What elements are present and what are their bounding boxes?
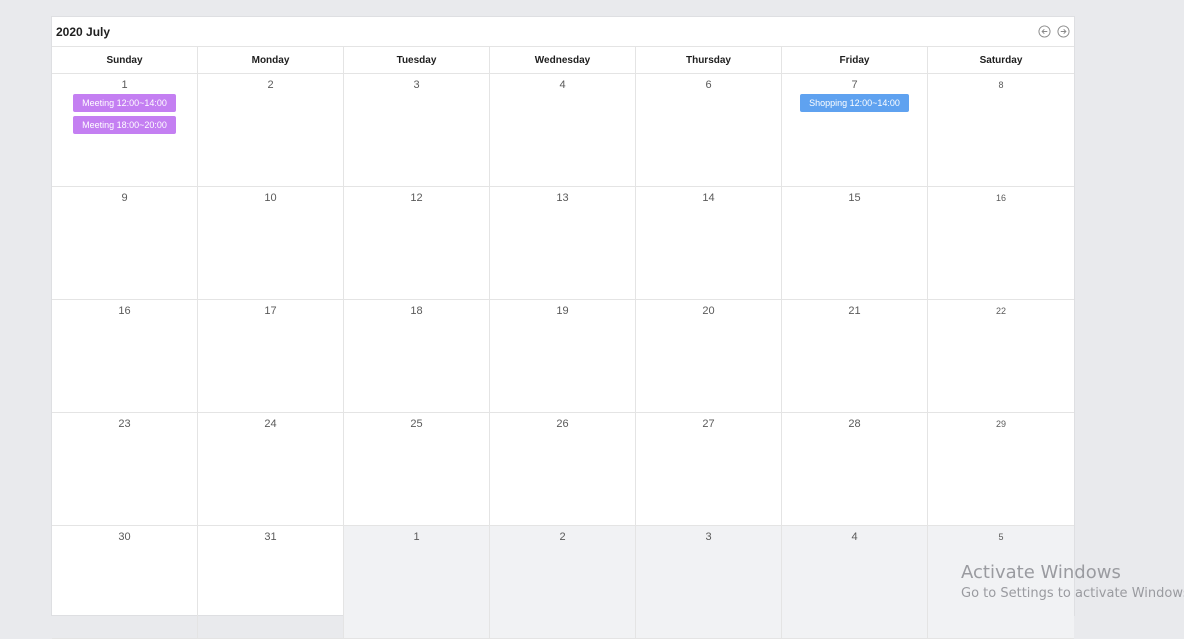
- month-navigation: [1038, 25, 1070, 38]
- day-number: 19: [556, 305, 569, 317]
- day-number: 21: [848, 305, 861, 317]
- event-chip[interactable]: Shopping 12:00~14:00: [800, 94, 909, 112]
- watermark-title: Activate Windows: [961, 562, 1121, 583]
- day-number: 2: [267, 79, 274, 91]
- day-cell[interactable]: 4: [782, 526, 928, 639]
- day-cell[interactable]: 8: [928, 74, 1074, 187]
- day-cell[interactable]: 28: [782, 413, 928, 526]
- weekday-header: Thursday: [636, 47, 782, 74]
- calendar-header: 2020 July: [52, 17, 1074, 46]
- calendar-grid: Sunday Monday Tuesday Wednesday Thursday Frid…: [52, 46, 1074, 639]
- event-list: Meeting 12:00~14:00 Meeting 18:00~20:00: [52, 94, 197, 134]
- day-cell[interactable]: 20: [636, 300, 782, 413]
- day-cell[interactable]: 12: [344, 187, 490, 300]
- event-list: Shopping 12:00~14:00: [782, 94, 927, 112]
- day-cell[interactable]: 24: [198, 413, 344, 526]
- day-cell[interactable]: 23: [52, 413, 198, 526]
- day-cell[interactable]: 3: [636, 526, 782, 639]
- weekday-header: Monday: [198, 47, 344, 74]
- weekday-header: Wednesday: [490, 47, 636, 74]
- day-number: 2: [559, 531, 566, 543]
- day-number: 13: [556, 192, 569, 204]
- day-cell[interactable]: 30: [52, 526, 198, 639]
- weekday-header: Sunday: [52, 47, 198, 74]
- day-cell[interactable]: 6: [636, 74, 782, 187]
- day-cell[interactable]: 21: [782, 300, 928, 413]
- day-cell[interactable]: 14: [636, 187, 782, 300]
- day-number: 1: [121, 79, 128, 91]
- event-chip[interactable]: Meeting 12:00~14:00: [73, 94, 176, 112]
- day-cell[interactable]: 18: [344, 300, 490, 413]
- day-number: 4: [851, 531, 858, 543]
- day-number: 15: [848, 192, 861, 204]
- day-cell[interactable]: 13: [490, 187, 636, 300]
- day-cell[interactable]: 22: [928, 300, 1074, 413]
- day-cell[interactable]: 7 Shopping 12:00~14:00: [782, 74, 928, 187]
- windows-activation-watermark: Activate Windows Go to Settings to activ…: [961, 562, 1184, 604]
- day-number: 7: [851, 79, 858, 91]
- day-cell[interactable]: 4: [490, 74, 636, 187]
- day-number: 6: [705, 79, 712, 91]
- day-cell[interactable]: 2: [198, 74, 344, 187]
- day-cell[interactable]: 1 Meeting 12:00~14:00 Meeting 18:00~20:00: [52, 74, 198, 187]
- day-number: 31: [264, 531, 277, 543]
- day-cell[interactable]: 31: [198, 526, 344, 639]
- day-number: 3: [705, 531, 712, 543]
- calendar-title: 2020 July: [56, 24, 111, 39]
- day-number: 28: [848, 418, 861, 430]
- day-cell[interactable]: 26: [490, 413, 636, 526]
- day-cell[interactable]: 2: [490, 526, 636, 639]
- day-number: 16: [118, 305, 131, 317]
- day-cell[interactable]: 15: [782, 187, 928, 300]
- day-cell[interactable]: 17: [198, 300, 344, 413]
- day-cell[interactable]: 16: [928, 187, 1074, 300]
- calendar: 2020 July Sunday Monday Tuesday Wednesday Th…: [51, 16, 1075, 639]
- day-cell[interactable]: 27: [636, 413, 782, 526]
- day-number: 23: [118, 418, 131, 430]
- day-cell[interactable]: 9: [52, 187, 198, 300]
- next-month-icon[interactable]: [1057, 25, 1070, 38]
- day-number: 20: [702, 305, 715, 317]
- day-number: 26: [556, 418, 569, 430]
- weekday-header: Friday: [782, 47, 928, 74]
- day-number: 8: [998, 80, 1004, 90]
- day-number: 5: [998, 532, 1004, 542]
- day-cell[interactable]: 29: [928, 413, 1074, 526]
- weekday-header: Saturday: [928, 47, 1074, 74]
- day-number: 30: [118, 531, 131, 543]
- day-cell[interactable]: 16: [52, 300, 198, 413]
- day-number: 14: [702, 192, 715, 204]
- day-number: 25: [410, 418, 423, 430]
- day-number: 4: [559, 79, 566, 91]
- day-number: 27: [702, 418, 715, 430]
- day-number: 3: [413, 79, 420, 91]
- day-number: 1: [413, 531, 420, 543]
- day-number: 9: [121, 192, 128, 204]
- event-chip[interactable]: Meeting 18:00~20:00: [73, 116, 176, 134]
- day-number: 10: [264, 192, 277, 204]
- day-cell[interactable]: 19: [490, 300, 636, 413]
- day-number: 17: [264, 305, 277, 317]
- day-cell[interactable]: 25: [344, 413, 490, 526]
- day-number: 12: [410, 192, 423, 204]
- day-cell[interactable]: 10: [198, 187, 344, 300]
- day-number: 22: [995, 306, 1006, 316]
- day-number: 16: [995, 193, 1006, 203]
- day-cell[interactable]: 1: [344, 526, 490, 639]
- day-cell[interactable]: 3: [344, 74, 490, 187]
- weekday-header: Tuesday: [344, 47, 490, 74]
- watermark-subtitle: Go to Settings to activate Windows.: [961, 586, 1184, 601]
- day-number: 24: [264, 418, 277, 430]
- day-number: 18: [410, 305, 423, 317]
- day-number: 29: [995, 419, 1006, 429]
- prev-month-icon[interactable]: [1038, 25, 1051, 38]
